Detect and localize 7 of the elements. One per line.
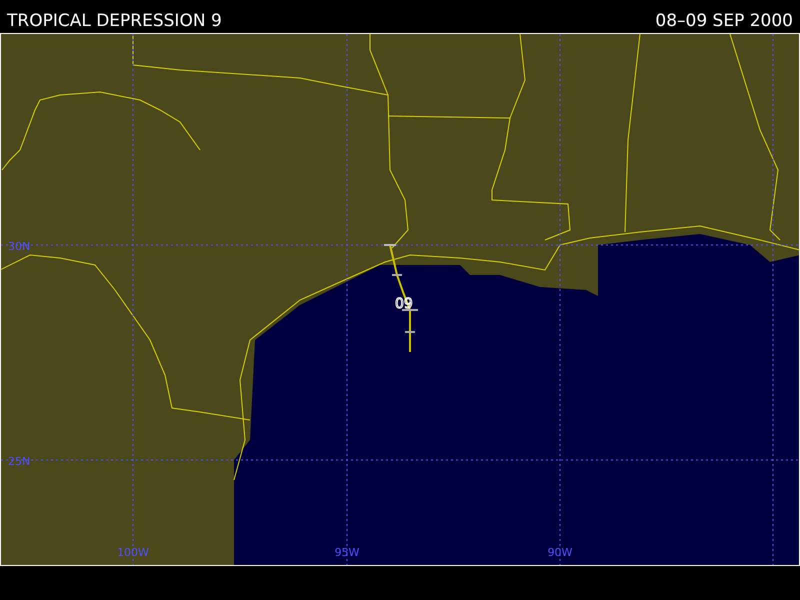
latitude-label: 30N bbox=[8, 240, 30, 253]
longitude-label: 95W bbox=[334, 546, 360, 559]
longitude-label: 100W bbox=[117, 546, 149, 559]
date-range: 08–09 SEP 2000 bbox=[655, 11, 793, 33]
storm-title: TROPICAL DEPRESSION 9 bbox=[7, 11, 222, 33]
latitude-label: 25N bbox=[8, 455, 30, 468]
longitude-label: 90W bbox=[548, 546, 572, 559]
